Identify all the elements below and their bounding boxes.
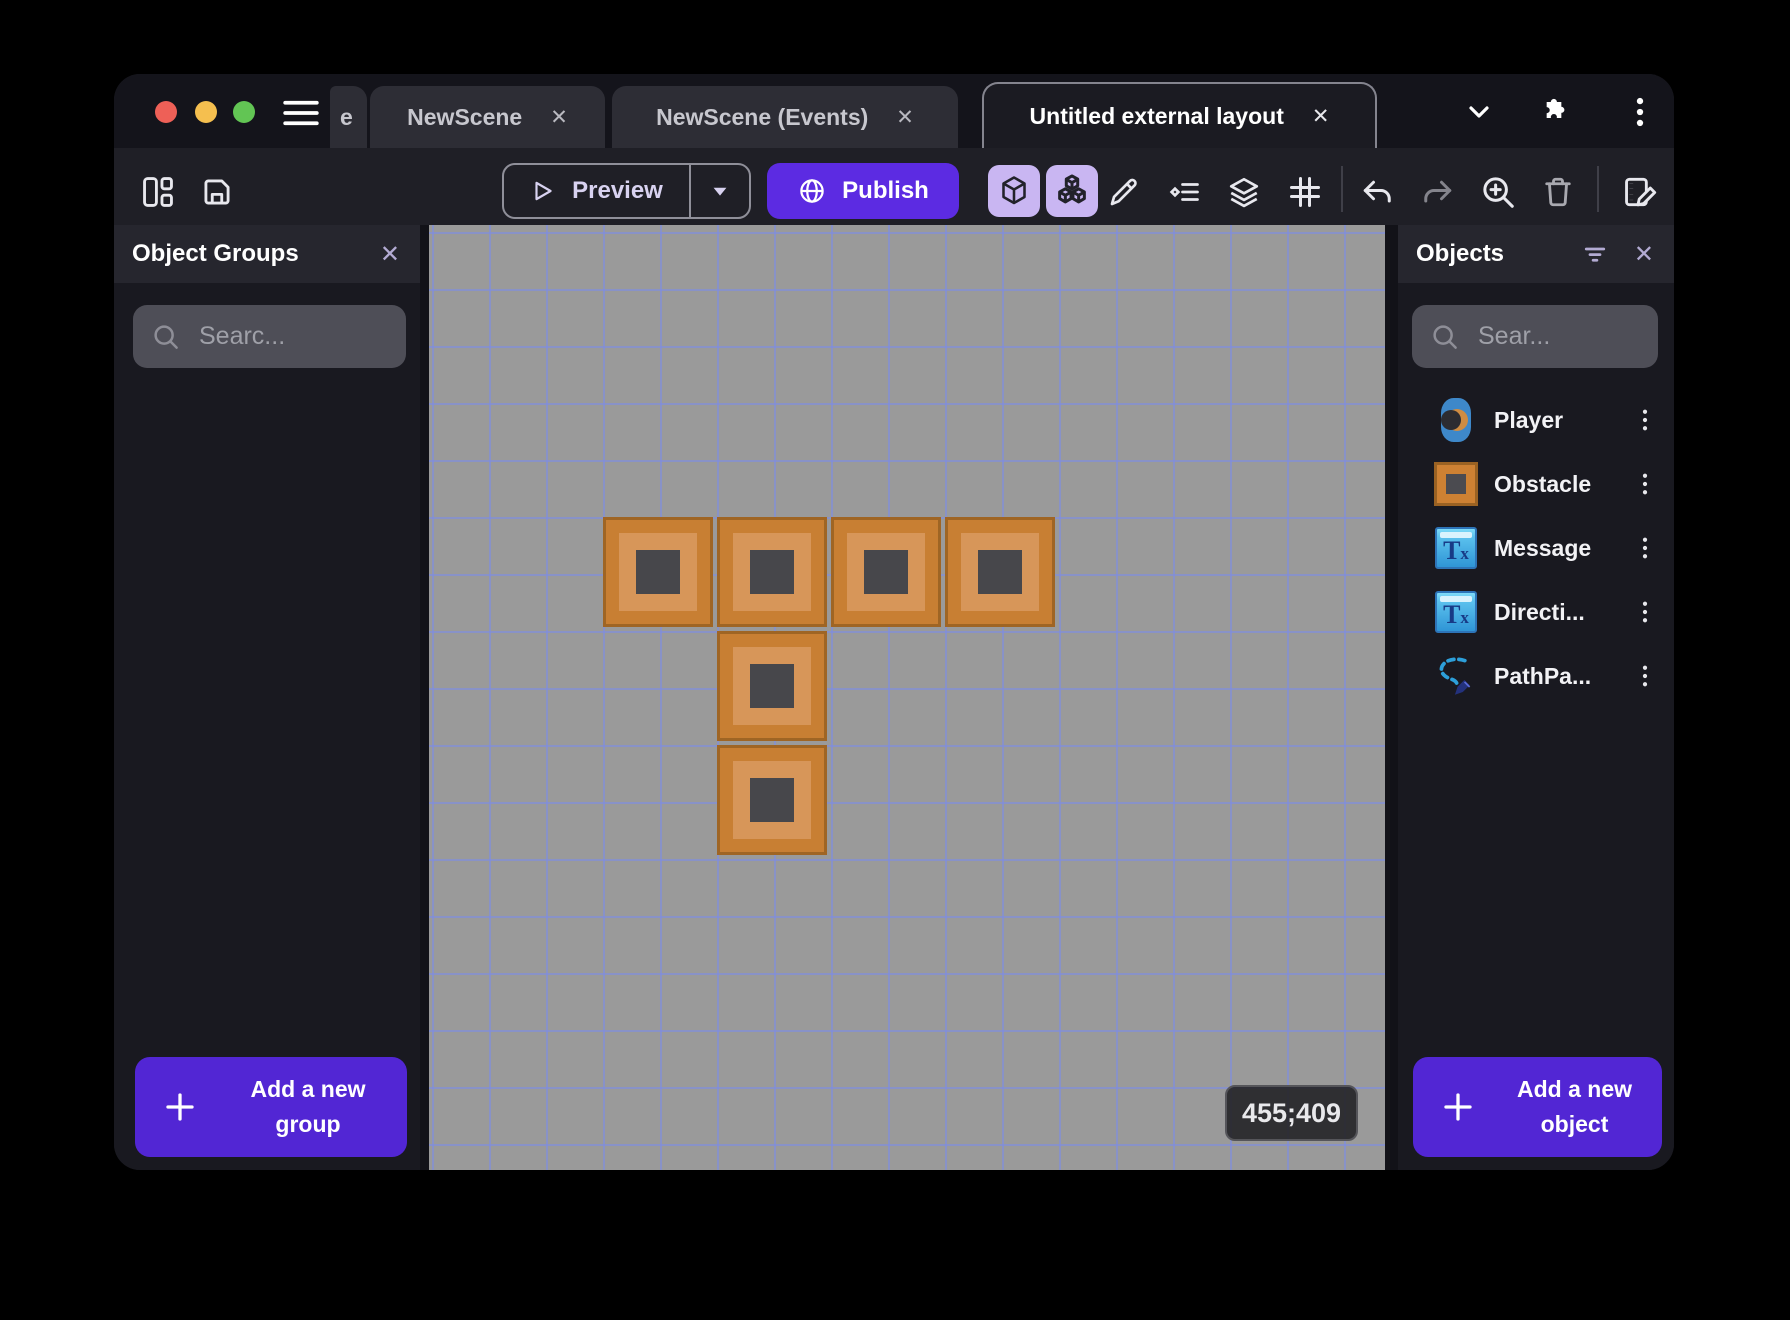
toolbar: Preview Publish bbox=[114, 148, 1674, 225]
add-object-button[interactable]: Add a new object bbox=[1413, 1057, 1662, 1157]
kebab-menu-icon[interactable] bbox=[1634, 597, 1656, 627]
obstacle-instance[interactable] bbox=[831, 517, 941, 627]
text-object-icon: Tx bbox=[1434, 525, 1478, 571]
object-groups-panel: Object Groups ✕ Add a new group bbox=[114, 225, 420, 1170]
publish-label: Publish bbox=[842, 177, 929, 204]
search-icon bbox=[154, 324, 178, 349]
caret-down-icon bbox=[713, 187, 727, 196]
tab-newscene-events[interactable]: NewScene (Events) ✕ bbox=[612, 86, 958, 148]
object-groups-search[interactable] bbox=[133, 305, 406, 368]
object-row-message[interactable]: Tx Message bbox=[1398, 516, 1674, 580]
path-object-icon bbox=[1434, 653, 1478, 699]
tab-label: e bbox=[340, 103, 353, 130]
screenshot-stage: e NewScene ✕ NewScene (Events) ✕ Untitle… bbox=[0, 0, 1790, 1320]
object-name: Message bbox=[1494, 534, 1592, 561]
close-panel-icon[interactable]: ✕ bbox=[380, 240, 400, 269]
search-input[interactable] bbox=[199, 322, 349, 351]
object-name: Obstacle bbox=[1494, 470, 1592, 497]
obstacle-instance[interactable] bbox=[717, 745, 827, 855]
obstacle-icon bbox=[1434, 461, 1478, 507]
obstacle-instance[interactable] bbox=[717, 631, 827, 741]
grid-icon[interactable] bbox=[1285, 172, 1325, 212]
close-tab-icon[interactable]: ✕ bbox=[896, 105, 914, 130]
object-name: PathPa... bbox=[1494, 662, 1592, 689]
filter-icon[interactable] bbox=[1580, 239, 1610, 269]
edit-instances-mode-toggle[interactable] bbox=[1046, 165, 1098, 217]
object-row-obstacle[interactable]: Obstacle bbox=[1398, 452, 1674, 516]
add-group-button[interactable]: Add a new group bbox=[135, 1057, 407, 1157]
edit-objects-mode-toggle[interactable] bbox=[988, 165, 1040, 217]
obstacle-instance[interactable] bbox=[945, 517, 1055, 627]
player-icon bbox=[1434, 397, 1478, 443]
preview-label: Preview bbox=[572, 177, 663, 204]
plus-icon bbox=[1413, 1089, 1503, 1125]
kebab-menu-icon[interactable] bbox=[1634, 405, 1656, 435]
content-area: 455;409 Object Groups ✕ Add a new bbox=[114, 225, 1674, 1170]
object-name: Player bbox=[1494, 406, 1564, 433]
hamburger-icon[interactable] bbox=[282, 98, 320, 128]
close-panel-icon[interactable]: ✕ bbox=[1634, 240, 1654, 269]
text-object-icon: Tx bbox=[1434, 589, 1478, 635]
tab-label: Untitled external layout bbox=[1029, 102, 1284, 129]
dashboard-icon[interactable] bbox=[138, 172, 178, 212]
event-list-icon[interactable] bbox=[1164, 172, 1204, 212]
tab-label: NewScene (Events) bbox=[656, 103, 869, 130]
kebab-menu-icon[interactable] bbox=[1634, 661, 1656, 691]
tab-untitled-external-layout[interactable]: Untitled external layout ✕ bbox=[982, 82, 1377, 148]
obstacle-instance[interactable] bbox=[717, 517, 827, 627]
object-row-pathpaint[interactable]: PathPa... bbox=[1398, 644, 1674, 708]
close-window-button[interactable] bbox=[155, 101, 177, 123]
preview-button[interactable]: Preview bbox=[502, 163, 751, 219]
scene-canvas[interactable]: 455;409 bbox=[429, 225, 1385, 1170]
object-name: Directi... bbox=[1494, 598, 1585, 625]
kebab-menu-icon[interactable] bbox=[1634, 533, 1656, 563]
undo-icon[interactable] bbox=[1358, 172, 1398, 212]
kebab-menu-icon[interactable] bbox=[1634, 469, 1656, 499]
tab-newscene[interactable]: NewScene ✕ bbox=[370, 86, 605, 148]
search-input[interactable] bbox=[1478, 322, 1628, 351]
search-icon bbox=[1433, 324, 1457, 349]
cursor-position-badge: 455;409 bbox=[1225, 1085, 1358, 1141]
publish-button[interactable]: Publish bbox=[767, 163, 959, 219]
tab-clipped[interactable]: e bbox=[330, 86, 367, 148]
close-tab-icon[interactable]: ✕ bbox=[1312, 104, 1330, 129]
edit-scene-icon[interactable] bbox=[1620, 172, 1660, 212]
app-window: e NewScene ✕ NewScene (Events) ✕ Untitle… bbox=[114, 74, 1674, 1170]
preview-dropdown-button[interactable] bbox=[689, 165, 749, 217]
plus-icon bbox=[135, 1089, 225, 1125]
object-row-player[interactable]: Player bbox=[1398, 388, 1674, 452]
trash-icon[interactable] bbox=[1538, 172, 1578, 212]
object-row-directions[interactable]: Tx Directi... bbox=[1398, 580, 1674, 644]
add-object-label: Add a new object bbox=[1516, 1076, 1632, 1137]
pencil-icon[interactable] bbox=[1104, 172, 1144, 212]
add-group-label: Add a new group bbox=[250, 1076, 366, 1137]
objects-header: Objects ✕ bbox=[1398, 225, 1674, 283]
panel-title: Objects bbox=[1416, 240, 1505, 267]
globe-icon bbox=[800, 179, 824, 203]
chevron-down-icon[interactable] bbox=[1461, 94, 1497, 130]
objects-panel: Objects ✕ Player bbox=[1398, 225, 1674, 1170]
panel-title: Object Groups bbox=[132, 240, 299, 267]
objects-search[interactable] bbox=[1412, 305, 1658, 368]
tab-label: NewScene bbox=[407, 103, 523, 130]
minimize-window-button[interactable] bbox=[195, 101, 217, 123]
layers-icon[interactable] bbox=[1224, 172, 1264, 212]
toolbar-divider bbox=[1341, 166, 1343, 212]
title-bar: e NewScene ✕ NewScene (Events) ✕ Untitle… bbox=[114, 74, 1674, 148]
cube-icon bbox=[1002, 176, 1026, 205]
close-tab-icon[interactable]: ✕ bbox=[550, 105, 568, 130]
play-icon bbox=[535, 181, 552, 201]
save-icon[interactable] bbox=[197, 172, 237, 212]
obstacle-instance[interactable] bbox=[603, 517, 713, 627]
zoom-in-icon[interactable] bbox=[1478, 172, 1518, 212]
zoom-window-button[interactable] bbox=[233, 101, 255, 123]
object-groups-header: Object Groups ✕ bbox=[114, 225, 420, 283]
kebab-menu-icon[interactable] bbox=[1622, 94, 1658, 130]
cubes-icon bbox=[1058, 174, 1086, 204]
toolbar-divider bbox=[1597, 166, 1599, 212]
puzzle-icon[interactable] bbox=[1534, 94, 1570, 130]
redo-icon[interactable] bbox=[1417, 172, 1457, 212]
